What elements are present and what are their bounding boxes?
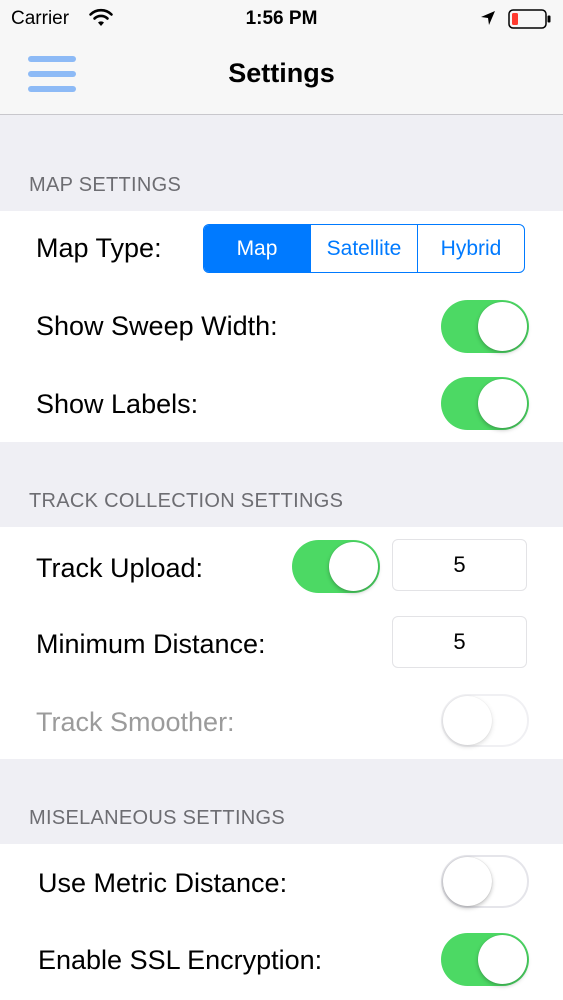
battery-icon (508, 9, 551, 29)
segment-satellite[interactable]: Satellite (310, 225, 417, 272)
misc-settings-section: Use Metric Distance: Enable SSL Encrypti… (0, 844, 563, 1000)
minimum-distance-field[interactable]: 5 (392, 616, 527, 668)
track-settings-section: Track Upload: 5 Minimum Distance: 5 Trac… (0, 527, 563, 759)
status-time: 1:56 PM (245, 8, 318, 29)
enable-ssl-toggle[interactable] (441, 933, 529, 986)
use-metric-distance-label: Use Metric Distance: (38, 868, 288, 898)
status-bar: Carrier 1:56 PM (0, 0, 563, 38)
use-metric-distance-toggle[interactable] (441, 855, 529, 908)
page-title: Settings (228, 58, 335, 88)
segment-hybrid[interactable]: Hybrid (417, 225, 524, 272)
show-sweep-width-label: Show Sweep Width: (36, 311, 278, 341)
track-smoother-toggle[interactable] (441, 694, 529, 747)
track-smoother-label: Track Smoother: (36, 707, 235, 737)
enable-ssl-label: Enable SSL Encryption: (38, 945, 323, 975)
show-labels-label: Show Labels: (36, 389, 199, 419)
location-icon (481, 11, 495, 25)
track-settings-header: TRACK COLLECTION SETTINGS (29, 490, 344, 512)
map-type-segmented-control: Map Satellite Hybrid (203, 224, 525, 273)
track-upload-interval-field[interactable]: 5 (392, 539, 527, 591)
map-settings-header: MAP SETTINGS (29, 174, 182, 196)
map-type-label: Map Type: (36, 233, 162, 263)
minimum-distance-label: Minimum Distance: (36, 629, 266, 659)
track-upload-label: Track Upload: (36, 553, 204, 583)
segment-map[interactable]: Map (204, 225, 310, 272)
navigation-bar: Settings (0, 38, 563, 115)
show-labels-toggle[interactable] (441, 377, 529, 430)
map-settings-section: Map Type: Map Satellite Hybrid Show Swee… (0, 211, 563, 442)
show-sweep-width-toggle[interactable] (441, 300, 529, 353)
misc-settings-header: MISELANEOUS SETTINGS (29, 807, 286, 829)
track-upload-toggle[interactable] (292, 540, 380, 593)
